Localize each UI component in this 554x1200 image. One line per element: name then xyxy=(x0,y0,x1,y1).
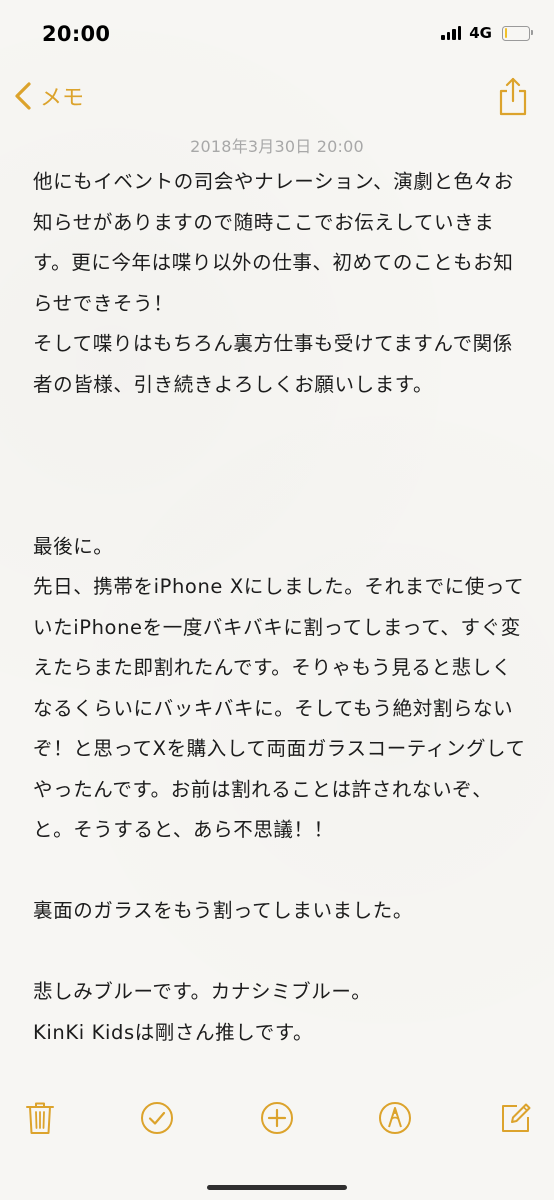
note-paragraph xyxy=(33,851,529,892)
note-date: 2018年3月30日 20:00 xyxy=(190,137,364,156)
note-body[interactable]: 他にもイベントの司会やナレーション、演劇と色々お知らせがありますので随時ここでお… xyxy=(33,162,529,1053)
markup-button[interactable] xyxy=(375,1098,415,1138)
back-button[interactable]: メモ xyxy=(14,80,84,112)
signal-strength-icon xyxy=(441,26,462,40)
battery-icon xyxy=(502,25,533,41)
note-paragraph: 他にもイベントの司会やナレーション、演劇と色々お知らせがありますので随時ここでお… xyxy=(33,170,514,396)
note-paragraph xyxy=(33,486,529,527)
status-time: 20:00 xyxy=(42,22,111,46)
markup-icon xyxy=(379,1102,411,1134)
note-paragraph: 裏面のガラスをもう割ってしまいました。 xyxy=(33,899,413,922)
note-paragraph: 悲しみブルーです。カナシミブルー。 KinKi Kidsは剛さん推しです。 xyxy=(33,980,372,1044)
compose-icon xyxy=(502,1103,531,1132)
navigation-bar: メモ xyxy=(0,70,554,130)
compose-button[interactable] xyxy=(496,1098,536,1138)
status-bar: 20:00 4G xyxy=(0,0,554,70)
add-icon xyxy=(261,1102,293,1134)
checklist-icon xyxy=(141,1102,173,1134)
share-icon xyxy=(499,77,527,116)
battery-level xyxy=(504,28,508,38)
network-type: 4G xyxy=(469,24,492,42)
note-paragraph xyxy=(33,405,529,446)
home-indicator[interactable] xyxy=(207,1185,347,1190)
note-paragraph xyxy=(33,932,529,973)
add-button[interactable] xyxy=(257,1098,297,1138)
note-paragraph: 最後に。 先日、携帯をiPhone Xにしました。それまでに使っていたiPhon… xyxy=(33,534,526,842)
status-indicators: 4G xyxy=(441,24,533,42)
bottom-toolbar xyxy=(0,1090,554,1150)
delete-button[interactable] xyxy=(20,1098,60,1138)
share-button[interactable] xyxy=(498,76,528,120)
trash-icon xyxy=(26,1102,54,1134)
checklist-button[interactable] xyxy=(137,1098,177,1138)
chevron-left-icon xyxy=(15,82,31,110)
note-paragraph xyxy=(33,446,529,487)
back-label: メモ xyxy=(40,86,85,111)
